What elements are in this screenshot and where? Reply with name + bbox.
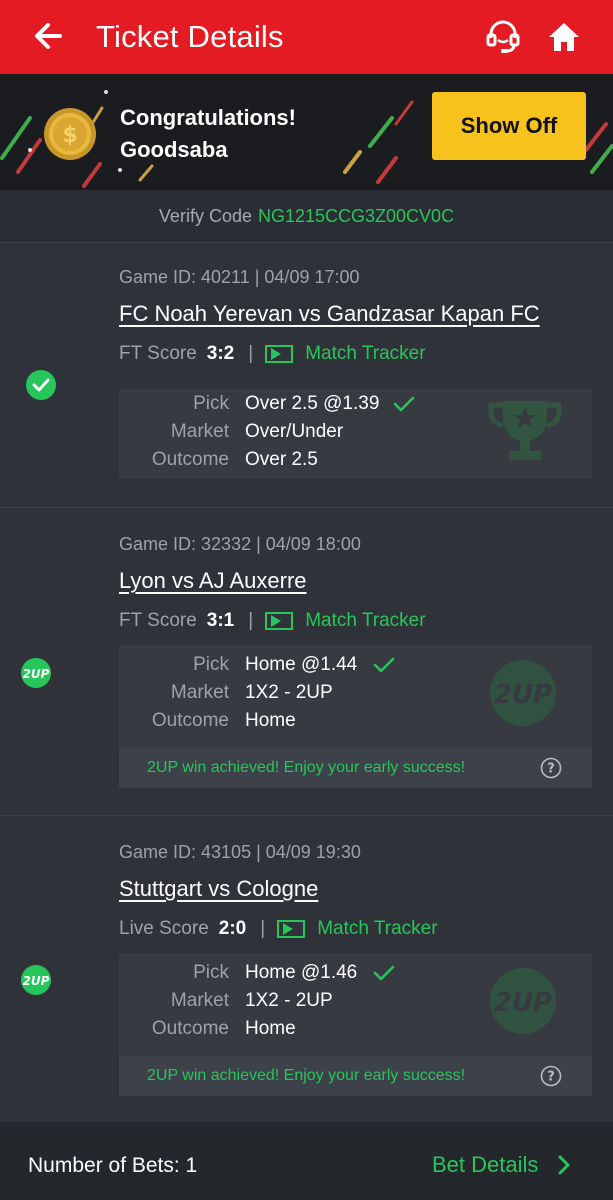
match-tracker-icon[interactable] <box>277 920 306 938</box>
market-value: 1X2 - 2UP <box>245 682 333 703</box>
score-value: 3:2 <box>206 343 235 364</box>
svg-text:?: ? <box>547 762 555 777</box>
checkmark-icon <box>373 657 395 673</box>
match-tracker-link[interactable]: Match Tracker <box>317 918 437 940</box>
pick-label: Pick <box>193 393 229 414</box>
market-value: 1X2 - 2UP <box>245 990 333 1011</box>
username: Goodsaba <box>120 137 228 162</box>
score-row: FT Score 3:2 | Match Tracker <box>119 343 426 365</box>
score-label: Live Score <box>119 918 209 939</box>
divider: | <box>248 343 254 364</box>
match-tracker-link[interactable]: Match Tracker <box>305 610 425 632</box>
verify-code-value[interactable]: NG1215CCG3Z00CV0C <box>258 206 454 226</box>
check-circle-icon <box>26 370 56 400</box>
app-header: Ticket Details <box>0 0 613 74</box>
2up-success-note: 2UP win achieved! Enjoy your early succe… <box>119 748 592 788</box>
home-icon[interactable] <box>546 19 582 55</box>
score-label: FT Score <box>119 610 197 631</box>
divider: | <box>248 610 254 631</box>
game-meta: Game ID: 32332 | 04/09 18:00 <box>119 534 361 554</box>
2up-watermark-icon: 2UP <box>490 660 556 726</box>
chevron-right-icon[interactable] <box>556 1154 572 1176</box>
congratulations-banner: $ Congratulations! Goodsaba Show Off <box>0 74 613 190</box>
verify-code-row: Verify Code NG1215CCG3Z00CV0C <box>0 190 613 242</box>
2up-badge-icon: 2UP <box>21 658 51 688</box>
outcome-label: Outcome <box>151 1018 229 1039</box>
2up-note-text: 2UP win achieved! Enjoy your early succe… <box>147 759 466 776</box>
score-value: 2:0 <box>218 918 247 939</box>
svg-text:$: $ <box>62 123 77 148</box>
coin-icon: $ <box>44 108 96 160</box>
pick-details-box: Pick Over 2.5 @1.39 Market Over/Under Ou… <box>119 389 592 479</box>
svg-text:2UP: 2UP <box>494 680 552 710</box>
market-label: Market <box>170 421 229 442</box>
bet-card: 2UP Game ID: 32332 | 04/09 18:00 Lyon vs… <box>0 507 613 815</box>
divider: | <box>260 918 266 939</box>
2up-note-text: 2UP win achieved! Enjoy your early succe… <box>147 1067 466 1084</box>
outcome-value: Home <box>245 1018 296 1039</box>
match-tracker-icon[interactable] <box>265 612 294 630</box>
pick-row: Pick <box>119 393 229 417</box>
pick-details-box: 2UP Pick Home @1.44 Market 1X2 - 2UP Out… <box>119 645 592 748</box>
help-icon[interactable]: ? <box>540 1065 562 1087</box>
bet-card: Game ID: 40211 | 04/09 17:00 FC Noah Yer… <box>0 242 613 507</box>
match-tracker-link[interactable]: Match Tracker <box>305 343 425 365</box>
help-icon[interactable]: ? <box>540 757 562 779</box>
2up-success-note: 2UP win achieved! Enjoy your early succe… <box>119 1056 592 1096</box>
headset-icon[interactable] <box>484 18 522 56</box>
svg-text:2UP: 2UP <box>23 974 50 988</box>
match-tracker-icon[interactable] <box>265 345 294 363</box>
pick-row: Pick <box>119 962 229 986</box>
checkmark-icon <box>393 396 415 412</box>
market-row: Market <box>119 682 229 706</box>
footer-bar: Number of Bets: 1 Bet Details <box>0 1122 613 1200</box>
checkmark-icon <box>373 965 395 981</box>
trophy-watermark-icon <box>488 401 562 460</box>
congratulations-line: Congratulations! <box>120 105 296 130</box>
outcome-row: Outcome <box>119 1018 229 1042</box>
match-teams-link[interactable]: Lyon vs AJ Auxerre <box>119 568 307 594</box>
pick-value: Over 2.5 @1.39 <box>245 393 380 414</box>
market-label: Market <box>170 990 229 1011</box>
outcome-value: Over 2.5 <box>245 449 318 470</box>
pick-label: Pick <box>193 654 229 675</box>
show-off-button[interactable]: Show Off <box>432 92 586 160</box>
market-label: Market <box>170 682 229 703</box>
game-meta: Game ID: 43105 | 04/09 19:30 <box>119 842 361 862</box>
outcome-value: Home <box>245 710 296 731</box>
pick-label: Pick <box>193 962 229 983</box>
2up-badge-icon: 2UP <box>21 965 51 995</box>
match-teams-link[interactable]: Stuttgart vs Cologne <box>119 876 318 902</box>
score-row: Live Score 2:0 | Match Tracker <box>119 918 438 940</box>
market-row: Market <box>119 990 229 1014</box>
bet-details-link[interactable]: Bet Details <box>432 1152 538 1178</box>
score-row: FT Score 3:1 | Match Tracker <box>119 610 426 632</box>
outcome-label: Outcome <box>151 710 229 731</box>
svg-text:2UP: 2UP <box>23 667 50 681</box>
score-value: 3:1 <box>206 610 235 631</box>
market-row: Market <box>119 421 229 445</box>
bet-card: 2UP Game ID: 43105 | 04/09 19:30 Stuttga… <box>0 815 613 1122</box>
outcome-row: Outcome <box>119 449 229 473</box>
svg-text:2UP: 2UP <box>494 988 552 1018</box>
outcome-label: Outcome <box>151 449 229 470</box>
bets-count: Number of Bets: 1 <box>28 1154 198 1177</box>
score-label: FT Score <box>119 343 197 364</box>
verify-code-label: Verify Code <box>158 206 252 226</box>
page-title: Ticket Details <box>96 19 284 54</box>
arrow-left-icon[interactable] <box>30 18 66 54</box>
outcome-row: Outcome <box>119 710 229 734</box>
pick-row: Pick <box>119 654 229 678</box>
pick-details-box: 2UP Pick Home @1.46 Market 1X2 - 2UP Out… <box>119 953 592 1056</box>
svg-text:?: ? <box>547 1070 555 1085</box>
congratulations-text: Congratulations! Goodsaba <box>120 102 296 166</box>
market-value: Over/Under <box>245 421 344 442</box>
pick-value: Home @1.46 <box>245 962 358 983</box>
game-meta: Game ID: 40211 | 04/09 17:00 <box>119 267 360 287</box>
2up-watermark-icon: 2UP <box>490 968 556 1034</box>
match-teams-link[interactable]: FC Noah Yerevan vs Gandzasar Kapan FC <box>119 301 540 327</box>
pick-value: Home @1.44 <box>245 654 358 675</box>
